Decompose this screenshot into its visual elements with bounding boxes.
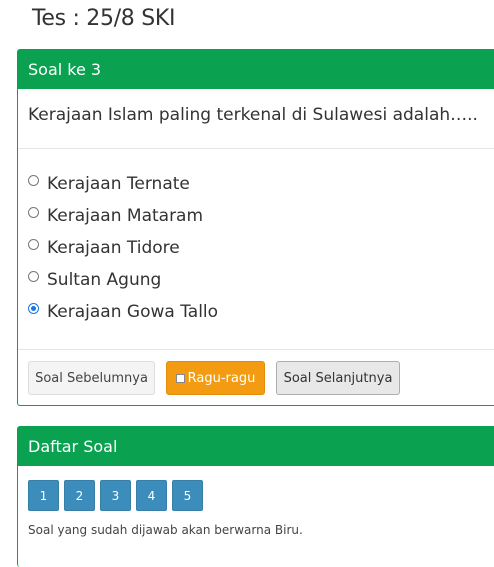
divider xyxy=(18,349,494,350)
doubt-button-label: Ragu-ragu xyxy=(187,370,256,386)
question-panel: Soal ke 3 Kerajaan Islam paling terkenal… xyxy=(17,49,494,406)
answer-options: Kerajaan Ternate Kerajaan Mataram Keraja… xyxy=(28,168,218,328)
next-question-button[interactable]: Soal Selanjutnya xyxy=(276,361,400,395)
question-number-button[interactable]: 1 xyxy=(28,480,59,511)
question-list-panel: Daftar Soal 1 2 3 4 5 Soal yang sudah di… xyxy=(17,426,494,567)
option-label: Kerajaan Gowa Tallo xyxy=(47,302,219,322)
question-list-header: Daftar Soal xyxy=(18,427,494,466)
option-label: Sultan Agung xyxy=(47,270,162,290)
option-item[interactable]: Kerajaan Tidore xyxy=(28,232,218,264)
divider xyxy=(18,148,494,149)
option-item[interactable]: Sultan Agung xyxy=(28,264,218,296)
option-label: Kerajaan Ternate xyxy=(47,174,190,194)
question-number-list: 1 2 3 4 5 xyxy=(28,480,208,511)
question-text: Kerajaan Islam paling terkenal di Sulawe… xyxy=(28,105,478,125)
radio-button[interactable] xyxy=(28,206,39,218)
question-panel-header: Soal ke 3 xyxy=(18,50,494,89)
question-number-button[interactable]: 2 xyxy=(64,480,95,511)
question-number-button[interactable]: 4 xyxy=(136,480,167,511)
checkbox-icon[interactable] xyxy=(175,373,185,383)
radio-button-selected[interactable] xyxy=(28,302,39,314)
option-item[interactable]: Kerajaan Ternate xyxy=(28,168,218,200)
radio-button[interactable] xyxy=(28,270,39,282)
option-label: Kerajaan Mataram xyxy=(47,206,204,226)
radio-button[interactable] xyxy=(28,174,39,186)
option-item[interactable]: Kerajaan Gowa Tallo xyxy=(28,296,218,328)
question-number-button[interactable]: 5 xyxy=(172,480,203,511)
answered-note: Soal yang sudah dijawab akan berwarna Bi… xyxy=(28,523,303,537)
question-number-button[interactable]: 3 xyxy=(100,480,131,511)
option-item[interactable]: Kerajaan Mataram xyxy=(28,200,218,232)
doubt-button[interactable]: Ragu-ragu xyxy=(166,361,265,395)
radio-button[interactable] xyxy=(28,238,39,250)
page-title: Tes : 25/8 SKI xyxy=(32,6,176,31)
option-label: Kerajaan Tidore xyxy=(47,238,180,258)
prev-question-button[interactable]: Soal Sebelumnya xyxy=(28,361,155,395)
